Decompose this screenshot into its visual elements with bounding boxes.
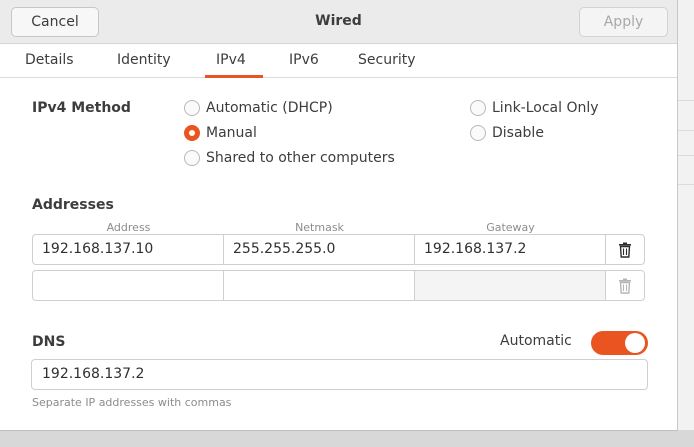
column-header-gateway: Gateway <box>486 221 535 234</box>
dns-hint: Separate IP addresses with commas <box>32 396 232 409</box>
radio-label: Manual <box>206 125 257 141</box>
wired-settings-dialog: Cancel Wired Apply Details Identity IPv4… <box>0 0 678 431</box>
radio-label: Automatic (DHCP) <box>206 100 333 116</box>
switch-knob <box>625 333 645 353</box>
tab-identity[interactable]: Identity <box>117 52 171 68</box>
radio-link-local[interactable]: Link-Local Only <box>470 100 599 116</box>
radio-disable[interactable]: Disable <box>470 125 544 141</box>
column-header-netmask: Netmask <box>295 221 344 234</box>
dns-input[interactable]: 192.168.137.2 <box>31 359 648 390</box>
trash-icon <box>619 242 631 258</box>
radio-button-selected-icon <box>184 125 200 141</box>
radio-label: Disable <box>492 125 544 141</box>
radio-manual[interactable]: Manual <box>184 125 257 141</box>
column-header-address: Address <box>106 221 151 234</box>
radio-shared[interactable]: Shared to other computers <box>184 150 395 166</box>
apply-button[interactable]: Apply <box>579 7 668 37</box>
radio-button-icon <box>184 150 200 166</box>
radio-automatic-dhcp[interactable]: Automatic (DHCP) <box>184 100 333 116</box>
dns-automatic-switch[interactable] <box>591 331 648 355</box>
radio-label: Shared to other computers <box>206 150 395 166</box>
gateway-field[interactable]: 192.168.137.2 <box>415 235 606 264</box>
address-row: 192.168.137.10 255.255.255.0 192.168.137… <box>32 234 645 265</box>
address-field[interactable] <box>33 271 224 300</box>
delete-address-button[interactable] <box>606 235 644 264</box>
ipv4-method-label: IPv4 Method <box>32 100 131 116</box>
background-window-bottom <box>0 430 694 447</box>
netmask-field[interactable]: 255.255.255.0 <box>224 235 415 264</box>
address-row-empty <box>32 270 645 301</box>
radio-button-icon <box>184 100 200 116</box>
tab-ipv4[interactable]: IPv4 <box>216 52 246 68</box>
dns-label: DNS <box>32 334 66 350</box>
dialog-title: Wired <box>315 13 362 29</box>
dns-automatic-label: Automatic <box>500 333 572 349</box>
tab-bar: Details Identity IPv4 IPv6 Security <box>0 45 677 78</box>
radio-label: Link-Local Only <box>492 100 599 116</box>
header-bar: Cancel Wired Apply <box>0 0 677 44</box>
address-field[interactable]: 192.168.137.10 <box>33 235 224 264</box>
addresses-label: Addresses <box>32 197 114 213</box>
background-window <box>678 0 694 447</box>
trash-icon <box>619 278 631 294</box>
netmask-field[interactable] <box>224 271 415 300</box>
tab-details[interactable]: Details <box>25 52 74 68</box>
delete-address-button[interactable] <box>606 271 644 300</box>
radio-button-icon <box>470 125 486 141</box>
tab-security[interactable]: Security <box>358 52 416 68</box>
gateway-field[interactable] <box>415 271 606 300</box>
active-tab-indicator <box>205 75 263 78</box>
tab-ipv6[interactable]: IPv6 <box>289 52 319 68</box>
radio-button-icon <box>470 100 486 116</box>
